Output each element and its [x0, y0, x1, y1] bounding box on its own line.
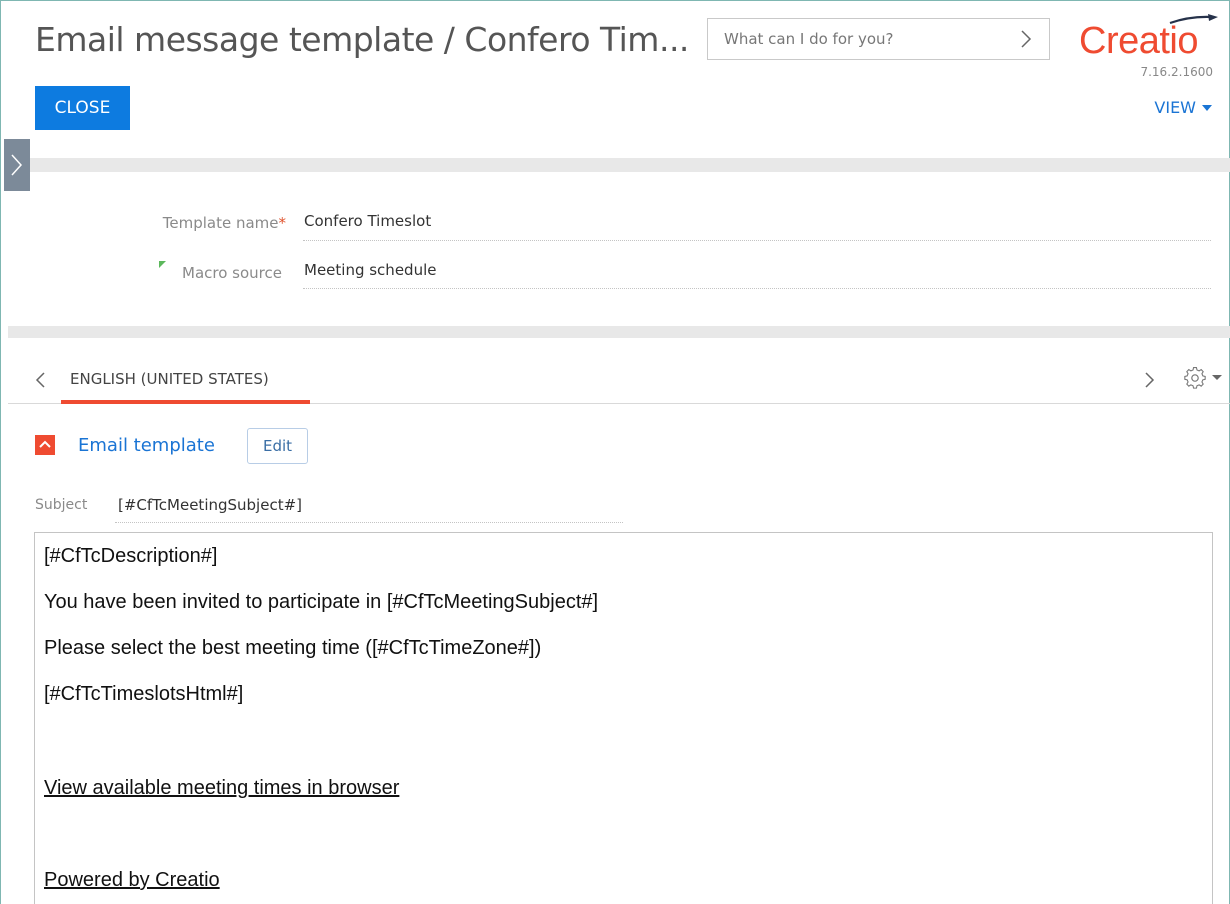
chevron-right-icon — [11, 154, 23, 176]
email-template-section-title[interactable]: Email template — [78, 435, 215, 456]
subject-label: Subject — [35, 497, 88, 513]
close-button[interactable]: CLOSE — [35, 86, 130, 130]
chevron-left-icon[interactable] — [34, 370, 48, 390]
page-title: Email message template / Confero Tim... — [35, 20, 689, 59]
creatio-logo: Creatio — [1076, 12, 1221, 66]
side-panel-toggle[interactable] — [4, 139, 30, 191]
email-body-editor[interactable]: [#CfTcDescription#] You have been invite… — [34, 532, 1213, 904]
edit-button[interactable]: Edit — [247, 428, 308, 464]
tab-english-us[interactable]: ENGLISH (UNITED STATES) — [70, 370, 269, 388]
field-underline — [303, 288, 1211, 289]
section-collapse-toggle[interactable] — [35, 435, 55, 455]
body-line: You have been invited to participate in … — [44, 591, 599, 613]
version-label: 7.16.2.1600 — [1140, 65, 1213, 79]
chevron-right-icon[interactable] — [1019, 28, 1033, 50]
body-line: [#CfTcTimeslotsHtml#] — [44, 683, 244, 705]
powered-by-link[interactable]: Powered by Creatio — [44, 869, 220, 892]
view-button-label: VIEW — [1154, 98, 1196, 117]
template-name-label: Template name* — [162, 214, 287, 232]
command-search-input[interactable] — [724, 30, 1014, 48]
macro-source-field[interactable]: Meeting schedule — [304, 261, 436, 279]
caret-down-icon — [1202, 104, 1212, 111]
section-divider — [8, 158, 1230, 172]
required-mark: * — [278, 214, 287, 232]
view-button[interactable]: VIEW — [1154, 98, 1212, 117]
subject-field[interactable]: [#CfTcMeetingSubject#] — [118, 496, 302, 514]
logo-swoosh-icon — [1169, 14, 1218, 25]
body-line: Please select the best meeting time ([#C… — [44, 637, 542, 659]
active-tab-indicator — [61, 400, 310, 404]
section-divider — [8, 326, 1230, 338]
field-underline — [303, 240, 1211, 241]
view-in-browser-link[interactable]: View available meeting times in browser — [44, 777, 399, 800]
body-line: [#CfTcDescription#] — [44, 545, 218, 567]
field-underline — [115, 522, 623, 523]
template-name-field[interactable]: Confero Timeslot — [304, 212, 431, 230]
macro-source-label: Macro source — [182, 264, 282, 282]
command-line[interactable] — [707, 18, 1050, 60]
chevron-up-icon — [39, 440, 51, 448]
chevron-right-icon[interactable] — [1142, 370, 1156, 390]
language-tabs: ENGLISH (UNITED STATES) — [8, 356, 1230, 404]
gear-icon[interactable] — [1182, 365, 1230, 391]
